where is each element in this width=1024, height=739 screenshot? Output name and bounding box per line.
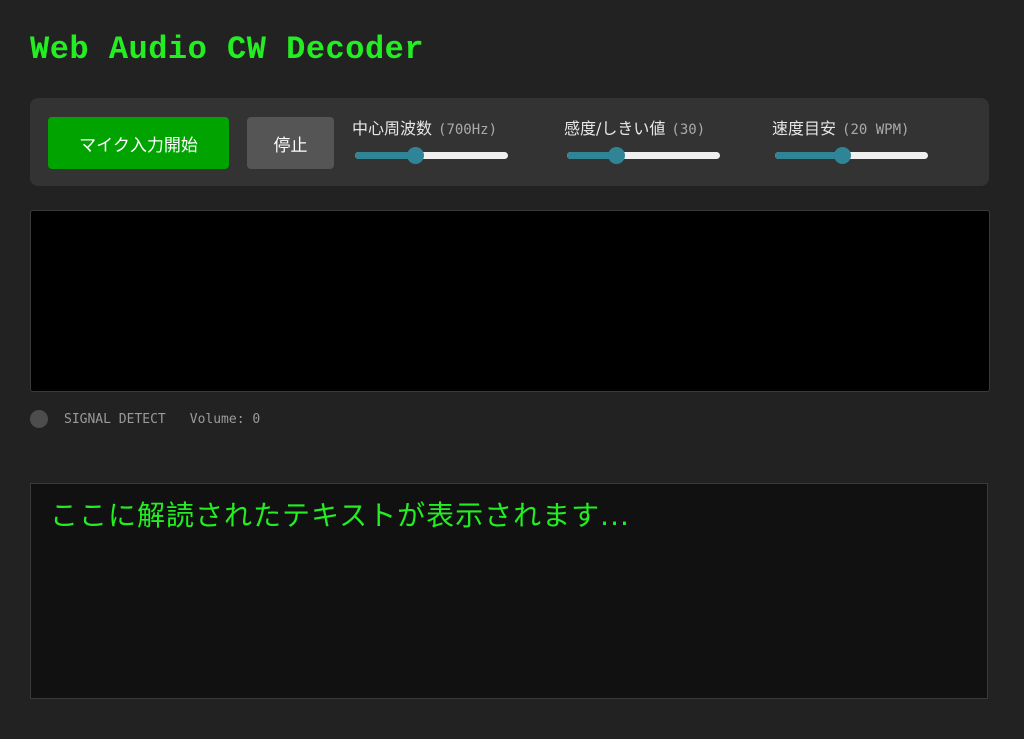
slider-thumb[interactable] [607, 147, 625, 164]
speed-value: (20 WPM) [842, 122, 910, 138]
speed-label: 速度目安 [772, 119, 837, 138]
signal-led-icon [30, 410, 48, 428]
control-panel: マイク入力開始 停止 中心周波数 (700Hz) 感度/しきい値 (30) 速度目安… [30, 98, 989, 186]
signal-status: SIGNAL DETECT Volume: 0 [30, 409, 260, 429]
slider-fill [775, 152, 843, 159]
threshold-slider[interactable] [567, 147, 720, 164]
decoded-text-placeholder: ここに解読されたテキストが表示されます... [50, 499, 630, 532]
decoded-output[interactable]: ここに解読されたテキストが表示されます... [30, 483, 988, 699]
start-mic-button[interactable]: マイク入力開始 [48, 117, 229, 169]
frequency-value: (700Hz) [438, 122, 498, 138]
speed-control: 速度目安 (20 WPM) [772, 118, 928, 164]
threshold-label-row: 感度/しきい値 (30) [564, 118, 720, 141]
frequency-control: 中心周波数 (700Hz) [352, 118, 508, 164]
slider-thumb[interactable] [406, 147, 424, 164]
speed-slider[interactable] [775, 147, 928, 164]
signal-detect-label: SIGNAL DETECT [64, 411, 166, 427]
app-title: Web Audio CW Decoder [30, 31, 425, 68]
stop-button[interactable]: 停止 [247, 117, 334, 169]
speed-label-row: 速度目安 (20 WPM) [772, 118, 928, 141]
threshold-control: 感度/しきい値 (30) [564, 118, 720, 164]
audio-visualizer-canvas [30, 210, 990, 392]
frequency-slider[interactable] [355, 147, 508, 164]
slider-fill [355, 152, 415, 159]
threshold-value: (30) [671, 122, 706, 138]
volume-readout: Volume: 0 [189, 411, 261, 427]
threshold-label: 感度/しきい値 [564, 119, 666, 138]
frequency-label-row: 中心周波数 (700Hz) [352, 118, 508, 141]
slider-thumb[interactable] [834, 147, 852, 164]
frequency-label: 中心周波数 [352, 119, 433, 138]
